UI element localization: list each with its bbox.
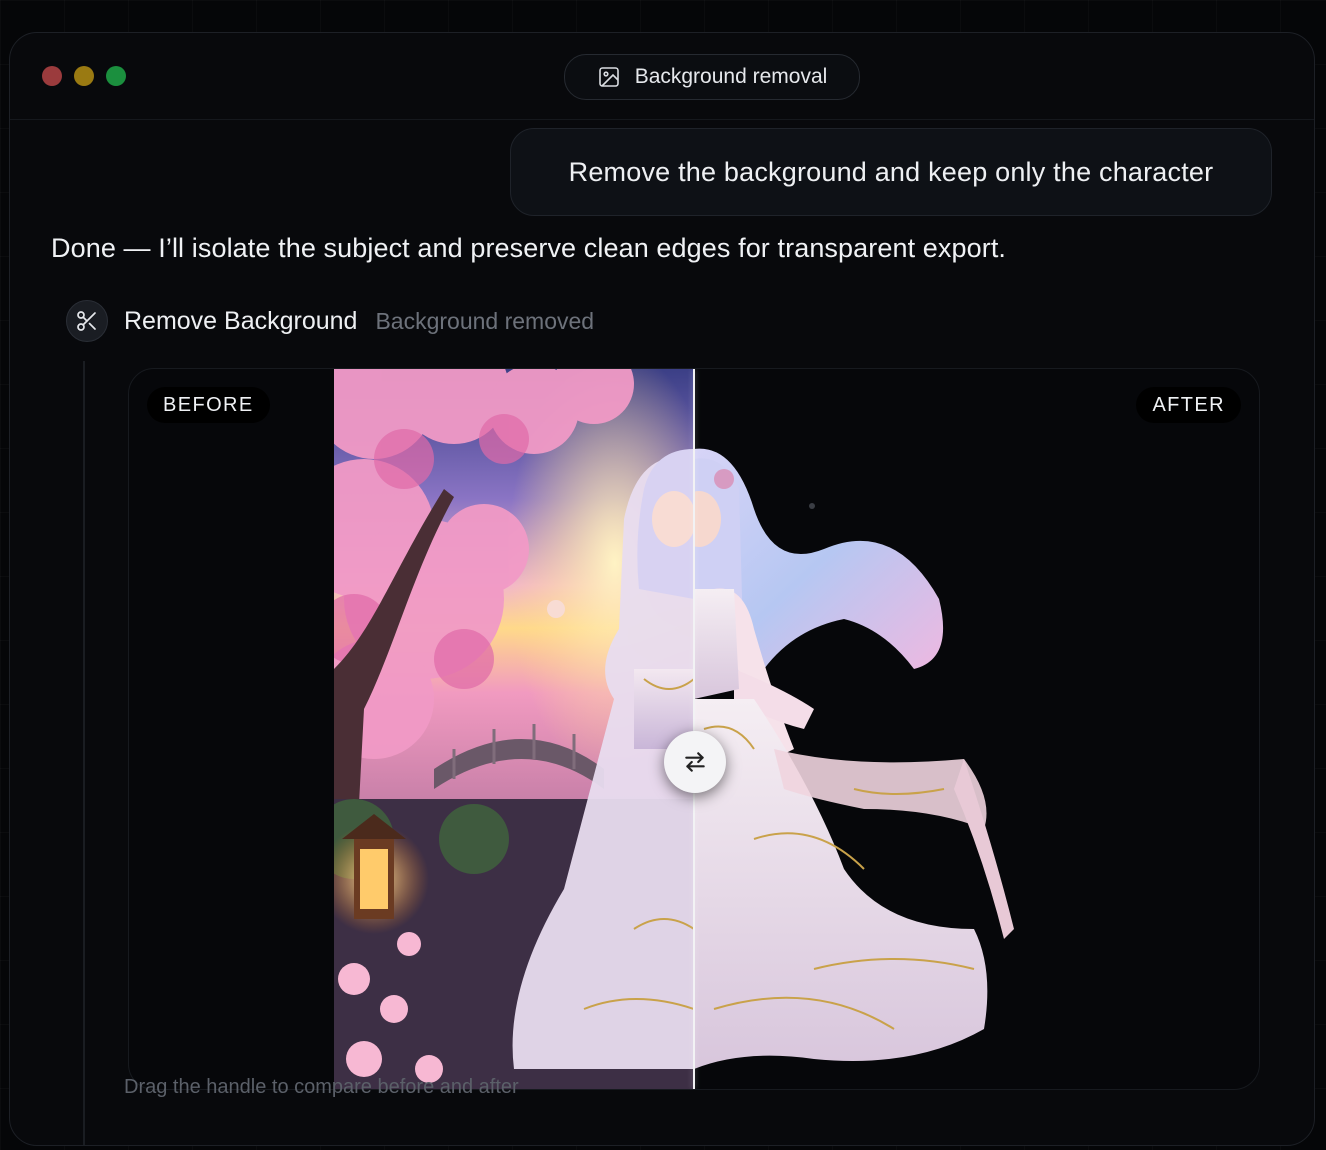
before-after-compare[interactable]: BEFORE AFTER (128, 368, 1260, 1090)
compare-hint: Drag the handle to compare before and af… (124, 1076, 519, 1098)
tool-call-row[interactable]: Remove Background Background removed (66, 299, 594, 343)
window-title-pill: Background removal (564, 54, 860, 100)
user-message-bubble: Remove the background and keep only the … (510, 128, 1272, 216)
before-badge: BEFORE (147, 387, 270, 423)
image-icon (598, 67, 619, 87)
tool-name: Remove Background (124, 306, 358, 335)
after-badge: AFTER (1136, 387, 1241, 423)
window-title: Background removal (634, 65, 828, 88)
compare-split-line[interactable] (693, 369, 695, 1089)
thread-line (83, 361, 85, 1145)
maximize-window-button[interactable] (106, 66, 126, 86)
minimize-window-button[interactable] (74, 66, 94, 86)
after-image (677, 369, 1054, 1089)
title-bar: Background removal (10, 33, 1314, 120)
before-image (334, 369, 694, 1089)
swap-arrows-icon (685, 752, 705, 772)
assistant-message-text: Done — I’ll isolate the subject and pres… (51, 233, 1007, 263)
app-window: Background removal Remove the background… (9, 32, 1315, 1146)
close-window-button[interactable] (42, 66, 62, 86)
compare-stage[interactable] (334, 369, 1054, 1089)
tool-status: Background removed (375, 307, 595, 334)
scissors-icon (66, 300, 108, 342)
compare-handle[interactable] (664, 731, 726, 793)
user-message-text: Remove the background and keep only the … (568, 156, 1214, 187)
